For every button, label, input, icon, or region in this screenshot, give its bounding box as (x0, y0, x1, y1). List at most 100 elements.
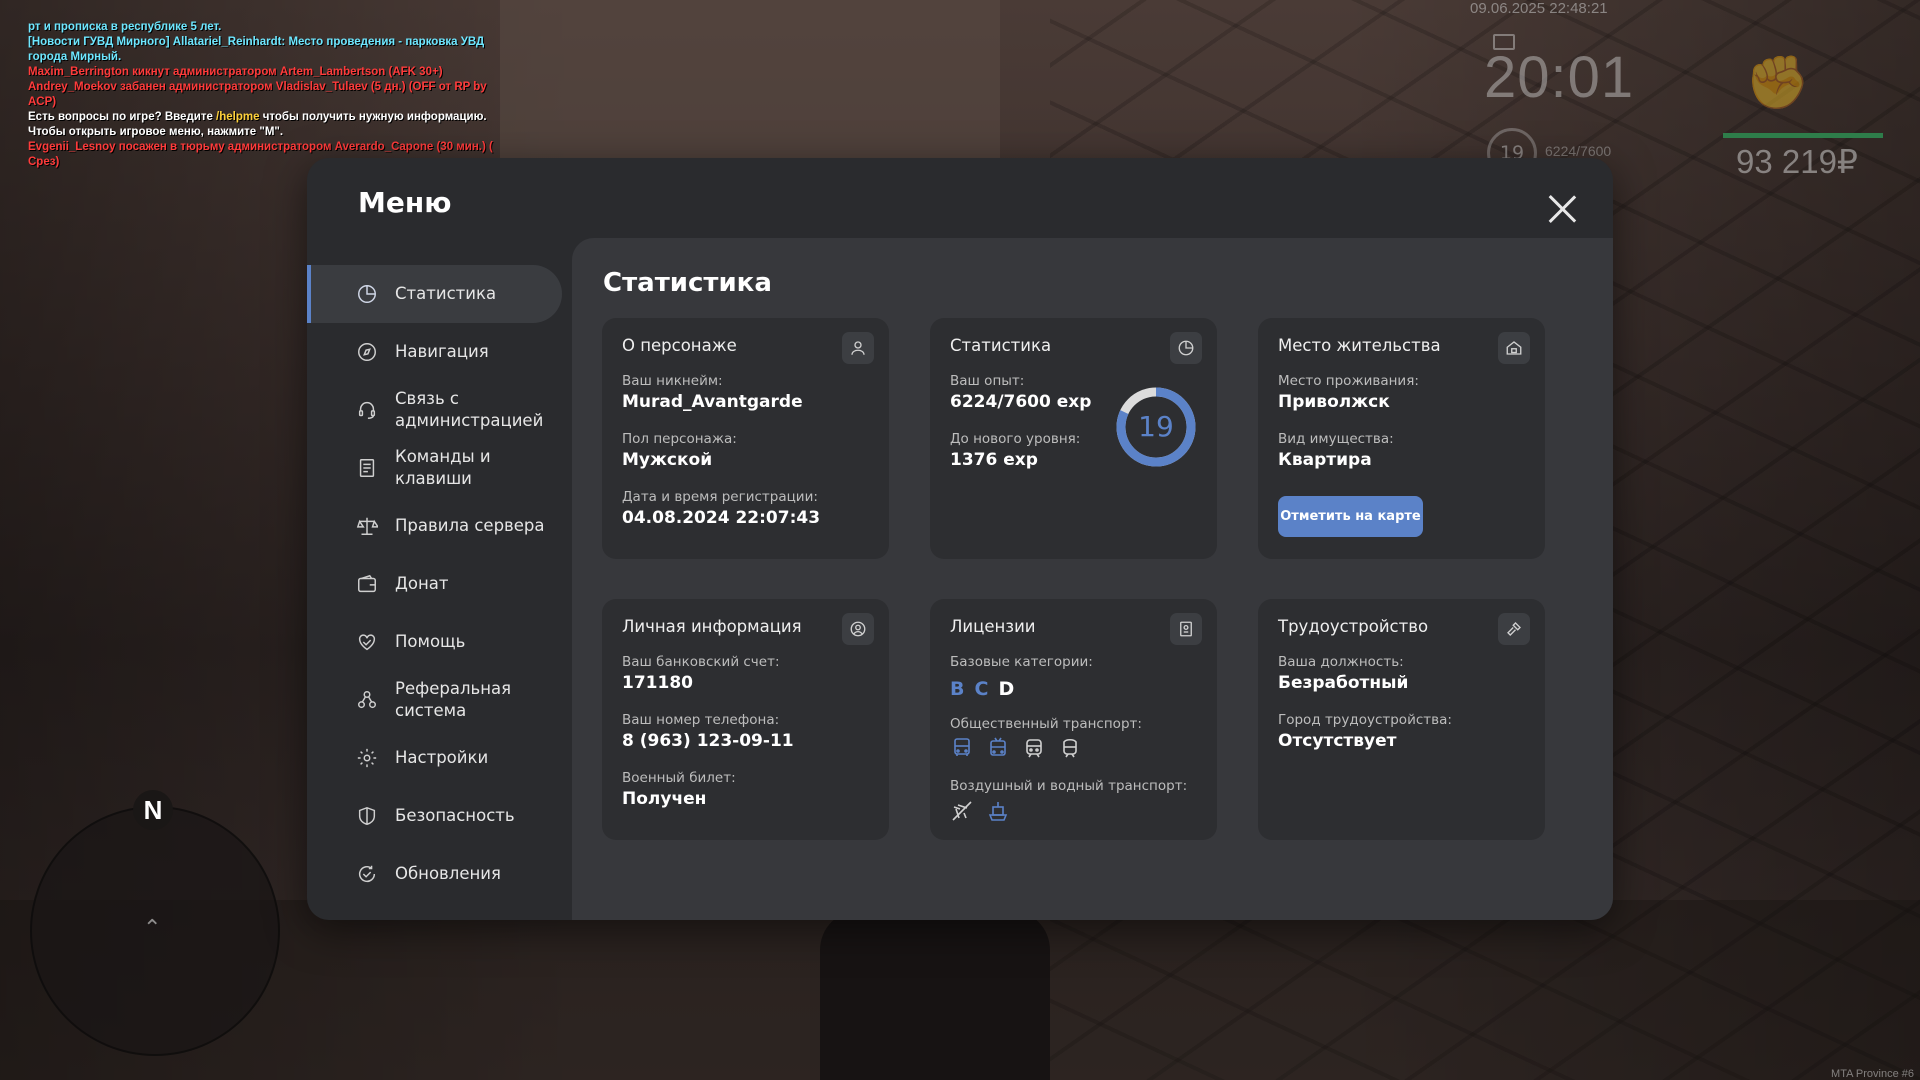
card-title: Место жительства (1278, 336, 1441, 355)
category-d: D (998, 678, 1015, 700)
phone-label: Ваш номер телефона: (622, 712, 780, 728)
base-categories-label: Базовые категории: (950, 654, 1093, 670)
hud-date: 09.06.2025 22:48:21 (1470, 0, 1608, 17)
air-water-transport-label: Воздушный и водный транспорт: (950, 778, 1188, 794)
chat-line: [Новости ГУВД Мирного] Allatariel_Reinha… (28, 36, 485, 63)
license-icon (1170, 613, 1202, 645)
registration-value: 04.08.2024 22:07:43 (622, 508, 821, 528)
sidebar-item-referral[interactable]: Реферальная система (307, 671, 562, 729)
next-level-value: 1376 exp (950, 450, 1038, 470)
nickname-value: Murad_Avantgarde (622, 392, 803, 412)
property-label: Вид имущества: (1278, 431, 1394, 447)
category-b: B (950, 678, 965, 700)
player-character (820, 910, 1050, 1080)
chat-line: Andrey_Moekov забанен администратором Vl… (28, 81, 487, 108)
sidebar-item-updates[interactable]: Обновления (307, 845, 562, 903)
sidebar-item-label: Помощь (395, 632, 466, 651)
card-statistics: Статистика Ваш опыт: 6224/7600 exp До но… (930, 318, 1217, 559)
air-water-transport-icons (950, 799, 1010, 823)
military-label: Военный билет: (622, 770, 736, 786)
sidebar-item-label: Реферальная система (395, 679, 512, 720)
shield-icon (355, 804, 379, 828)
document-icon (355, 456, 379, 480)
mark-on-map-button[interactable]: Отметить на карте (1278, 496, 1423, 537)
minimap-north: N (133, 790, 173, 830)
health-bar (1723, 133, 1883, 138)
sidebar-item-label: Связь с администрацией (395, 389, 544, 430)
position-value: Безработный (1278, 673, 1409, 693)
pie-chart-icon (355, 282, 379, 306)
background-wall (500, 0, 1000, 160)
nickname-label: Ваш никнейм: (622, 373, 723, 389)
compass-icon (355, 340, 379, 364)
hud-money: 93 219₽ (1736, 143, 1858, 180)
level-number: 19 (1138, 410, 1174, 443)
content-area: Статистика О персонаже Ваш никнейм: Mura… (572, 238, 1613, 920)
bank-account-value: 171180 (622, 673, 693, 693)
sidebar-item-donate[interactable]: Донат (307, 555, 562, 613)
pie-chart-icon (1170, 332, 1202, 364)
close-button[interactable] (1547, 194, 1577, 224)
category-c: C (974, 678, 989, 700)
position-label: Ваша должность: (1278, 654, 1404, 670)
menu-window: Меню Статистика Навигация Связь с админи… (307, 158, 1613, 920)
hud-time: 20:01 (1484, 45, 1635, 110)
house-icon (1498, 332, 1530, 364)
sidebar-item-label: Донат (395, 574, 449, 593)
exp-value: 6224/7600 exp (950, 392, 1092, 412)
tram-icon (1026, 739, 1042, 758)
phone-value: 8 (963) 123-09-11 (622, 731, 794, 751)
chat-log: рт и прописка в республике 5 лет. [Новос… (28, 20, 508, 170)
hud-exp: 6224/7600 (1545, 143, 1612, 159)
sidebar-item-label: Безопасность (395, 806, 515, 825)
chat-line: Чтобы открыть игровое меню, нажмите "M". (28, 126, 284, 138)
chat-line: рт и прописка в республике 5 лет. (28, 21, 222, 33)
sidebar-item-statistics[interactable]: Статистика (307, 265, 562, 323)
content-title: Статистика (603, 268, 772, 298)
chat-text: Есть вопросы по игре? Введите (28, 111, 217, 123)
next-level-label: До нового уровня: (950, 431, 1081, 447)
license-categories: BCD (950, 678, 1024, 700)
hammer-icon (1498, 613, 1530, 645)
sidebar-item-commands[interactable]: Команды и клавиши (307, 439, 562, 497)
public-transport-icons (950, 736, 1082, 760)
sidebar-item-rules[interactable]: Правила сервера (307, 497, 562, 555)
sidebar-item-security[interactable]: Безопасность (307, 787, 562, 845)
sidebar-item-admin-contact[interactable]: Связь с администрацией (307, 381, 562, 439)
sidebar-item-label: Настройки (395, 748, 489, 767)
gear-icon (355, 746, 379, 770)
card-personal-info: Личная информация Ваш банковский счет: 1… (602, 599, 889, 840)
public-transport-label: Общественный транспорт: (950, 716, 1142, 732)
chat-line: Есть вопросы по игре? Введите /helpme чт… (28, 110, 508, 125)
chat-line: Maxim_Berrington кикнут администратором … (28, 66, 443, 78)
subway-icon (1063, 738, 1077, 758)
wallet-icon (355, 572, 379, 596)
card-character: О персонаже Ваш никнейм: Murad_Avantgard… (602, 318, 889, 559)
sidebar-item-settings[interactable]: Настройки (307, 729, 562, 787)
airplane-icon (952, 801, 972, 821)
card-licenses: Лицензии Базовые категории: BCD Обществе… (930, 599, 1217, 840)
player-arrow-icon: ⌃ (143, 916, 162, 941)
server-brand: MTA Province #6 (1831, 1068, 1914, 1080)
job-city-label: Город трудоустройства: (1278, 712, 1452, 728)
gender-label: Пол персонажа: (622, 431, 737, 447)
chat-text: чтобы получить нужную информацию. (259, 111, 487, 123)
trolleybus-icon (990, 737, 1006, 756)
bank-account-label: Ваш банковский счет: (622, 654, 780, 670)
sidebar-item-navigation[interactable]: Навигация (307, 323, 562, 381)
scales-icon (355, 514, 379, 538)
sidebar-item-help[interactable]: Помощь (307, 613, 562, 671)
card-employment: Трудоустройство Ваша должность: Безработ… (1258, 599, 1545, 840)
heart-hands-icon (355, 630, 379, 654)
sidebar-item-label: Статистика (395, 284, 497, 303)
people-icon (355, 688, 379, 712)
registration-label: Дата и время регистрации: (622, 489, 818, 505)
gender-value: Мужской (622, 450, 713, 470)
update-icon (355, 862, 379, 886)
exp-label: Ваш опыт: (950, 373, 1025, 389)
level-progress-ring: 19 (1116, 387, 1196, 467)
card-title: Личная информация (622, 617, 802, 636)
headset-icon (355, 398, 379, 422)
card-title: Статистика (950, 336, 1052, 355)
sidebar-item-label: Команды и клавиши (395, 447, 491, 488)
